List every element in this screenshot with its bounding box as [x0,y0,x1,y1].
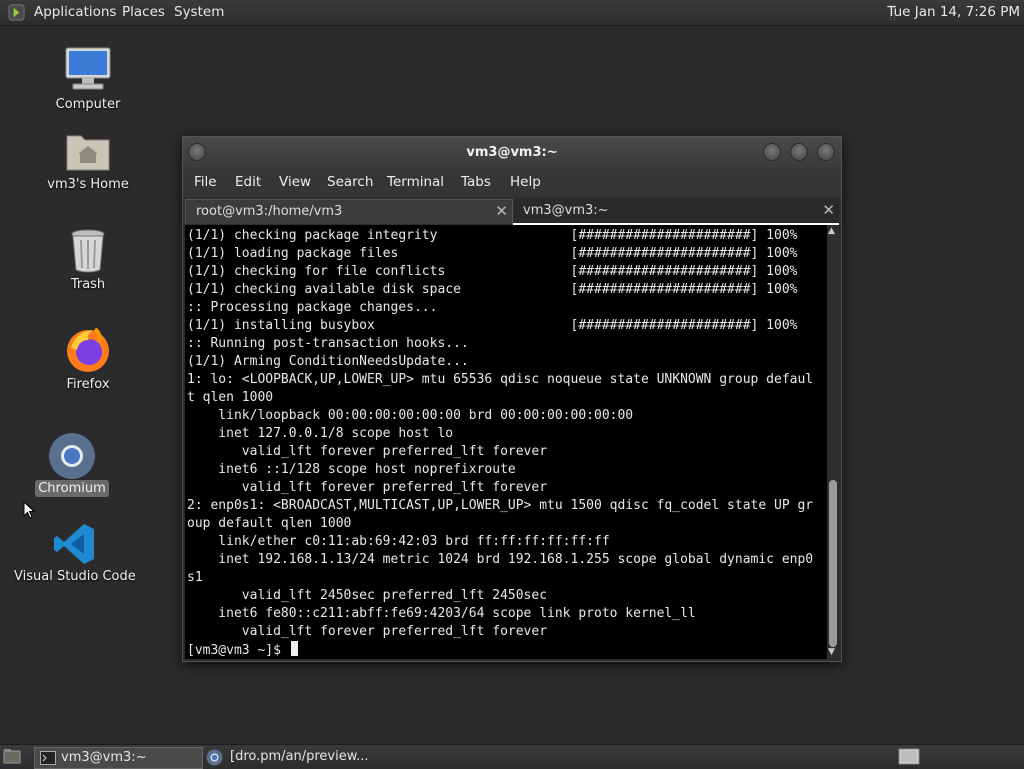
tab-close-icon[interactable]: ✕ [822,201,835,219]
taskbar-item-label: vm3@vm3:~ [61,750,147,765]
menu-file[interactable]: File [194,174,217,190]
firefox-icon [67,327,109,372]
terminal-line: link/loopback 00:00:00:00:00:00 brd 00:0… [187,408,634,423]
chromium-icon [49,433,95,479]
computer-icon [65,47,111,90]
terminal-line: :: Running post-transaction hooks... [187,336,469,351]
desktop-icon-firefox[interactable]: Firefox [38,326,138,396]
workspace-switcher-icon[interactable] [898,748,920,765]
terminal-line: valid_lft forever preferred_lft forever [187,444,548,459]
terminal-prompt-line: [vm3@vm3 ~]$ [187,641,813,659]
desktop-icon-vscode[interactable]: Visual Studio Code [14,520,136,586]
maximize-button[interactable] [790,143,808,161]
terminal-line: valid_lft 2450sec preferred_lft 2450sec [187,588,548,603]
terminal-line: valid_lft forever preferred_lft forever [187,480,548,495]
terminal-line: inet6 fe80::c211:abff:fe69:4203/64 scope… [187,606,696,621]
desktop-icon-label: Trash [70,277,106,292]
desktop-icon-label: Computer [55,97,121,112]
show-desktop-icon[interactable] [3,748,21,765]
terminal-line: (1/1) loading package files [###########… [187,246,798,261]
desktop-icon-trash[interactable]: Trash [38,228,138,296]
scroll-down-arrow-icon[interactable]: ▼ [828,647,835,657]
desktop-icon-home[interactable]: vm3's Home [38,126,138,198]
terminal-line: 1: lo: <LOOPBACK,UP,LOWER_UP> mtu 65536 … [187,372,814,387]
text-cursor [290,641,298,656]
menu-system[interactable]: System [174,4,224,20]
terminal-lines: (1/1) checking package integrity [######… [187,227,813,659]
terminal-line: s1 [187,570,203,585]
menu-help[interactable]: Help [510,174,541,190]
terminal-line: t qlen 1000 [187,390,274,405]
taskbar-item-label: [dro.pm/an/preview... [230,749,369,764]
tab-vm3[interactable]: vm3@vm3:~ ✕ [513,199,839,225]
desktop-icon-label: Firefox [66,377,110,392]
menu-search[interactable]: Search [327,174,373,190]
terminal-line: :: Processing package changes... [187,300,438,315]
vscode-icon [54,524,94,564]
menu-applications[interactable]: Applications [34,4,116,20]
window-title: vm3@vm3:~ [466,145,558,160]
desktop-icon-chromium[interactable]: Chromium [22,430,122,500]
desktop-icon-label: vm3's Home [47,177,129,192]
terminal-line: (1/1) Arming ConditionNeedsUpdate... [187,354,469,369]
scroll-up-arrow-icon[interactable]: ▲ [828,226,835,236]
terminal-output[interactable]: (1/1) checking package integrity [######… [185,225,827,659]
terminal-line: 2: enp0s1: <BROADCAST,MULTICAST,UP,LOWER… [187,498,814,513]
tab-label: vm3@vm3:~ [523,203,609,218]
chromium-icon [206,749,223,766]
top-panel: Applications Places System Tue Jan 14, 7… [0,0,1024,26]
terminal-menubar: File Edit View Search Terminal Tabs Help [183,169,841,197]
window-titlebar[interactable]: vm3@vm3:~ [183,137,841,169]
terminal-prompt: [vm3@vm3 ~]$ [187,643,289,658]
clock[interactable]: Tue Jan 14, 7:26 PM [887,4,1020,20]
tab-bar: root@vm3:/home/vm3 ✕ vm3@vm3:~ ✕ [183,197,841,225]
terminal-line: (1/1) checking package integrity [######… [187,228,798,243]
terminal-line: inet 127.0.0.1/8 scope host lo [187,426,454,441]
close-button[interactable] [817,143,835,161]
terminal-line: link/ether c0:11:ab:69:42:03 brd ff:ff:f… [187,534,610,549]
tab-close-icon[interactable]: ✕ [495,202,508,220]
terminal-line: valid_lft forever preferred_lft forever [187,624,548,639]
terminal-icon [40,751,56,765]
desktop-icon-label: Visual Studio Code [14,569,136,584]
tab-label: root@vm3:/home/vm3 [196,204,343,219]
terminal-line: oup default qlen 1000 [187,516,352,531]
tab-root[interactable]: root@vm3:/home/vm3 ✕ [185,199,513,224]
mouse-pointer-icon [23,501,35,519]
terminal-line: inet6 ::1/128 scope host noprefixroute [187,462,516,477]
menu-view[interactable]: View [279,174,311,190]
taskbar-item-terminal[interactable]: vm3@vm3:~ [34,747,203,769]
menu-terminal[interactable]: Terminal [387,174,444,190]
terminal-window[interactable]: vm3@vm3:~ File Edit View Search Terminal… [182,136,842,662]
gnome-foot-icon[interactable] [7,3,26,22]
desktop-icon-label-wrap: Chromium [22,480,122,497]
terminal-line: (1/1) installing busybox [##############… [187,318,798,333]
trash-icon [71,229,105,273]
scroll-thumb[interactable] [829,480,837,647]
taskbar-item-chromium[interactable]: [dro.pm/an/preview... [204,747,404,767]
desktop-icon-computer[interactable]: Computer [38,44,138,116]
terminal-line: (1/1) checking available disk space [###… [187,282,798,297]
menu-edit[interactable]: Edit [235,174,261,190]
terminal-line: inet 192.168.1.13/24 metric 1024 brd 192… [187,552,814,567]
bottom-panel: vm3@vm3:~ [dro.pm/an/preview... [0,744,1024,769]
desktop-icon-label: Chromium [35,480,109,497]
home-folder-icon [66,135,110,171]
menu-places[interactable]: Places [122,4,165,20]
terminal-scrollbar[interactable]: ▲ ▼ [827,225,839,659]
terminal-line: (1/1) checking for file conflicts [#####… [187,264,798,279]
menu-tabs[interactable]: Tabs [461,174,491,190]
minimize-button[interactable] [763,143,781,161]
